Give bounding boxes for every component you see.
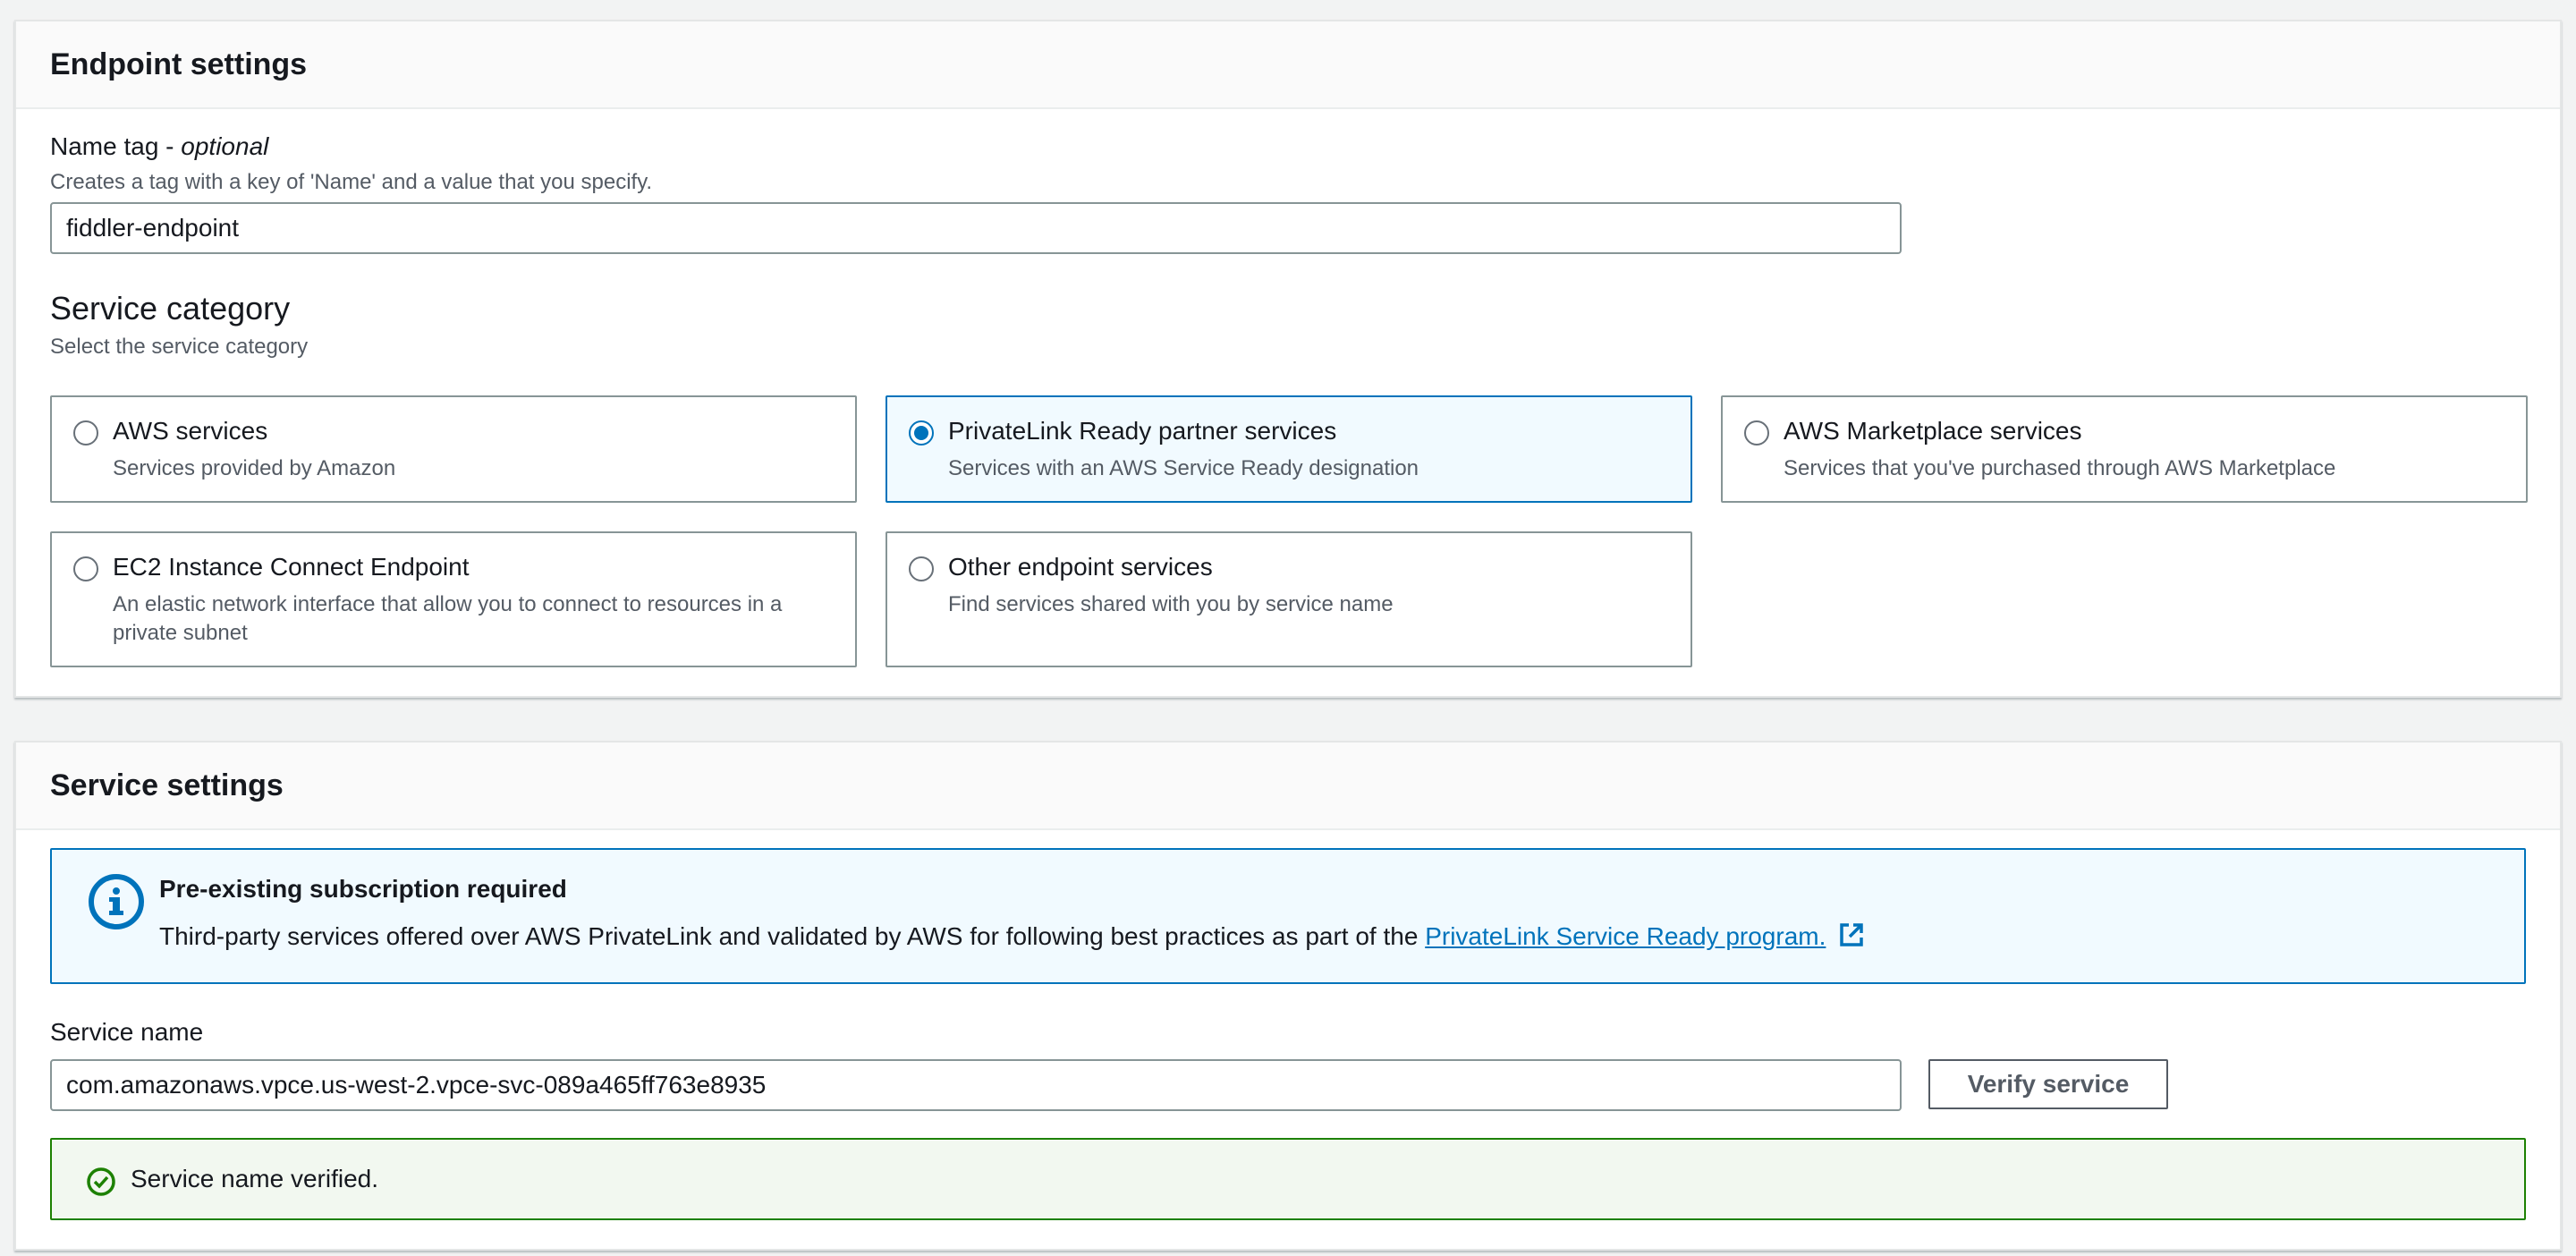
- tile-title: AWS services: [113, 417, 268, 445]
- tile-title: EC2 Instance Connect Endpoint: [113, 553, 470, 581]
- radio-aws-services[interactable]: [73, 420, 98, 446]
- radio-other-endpoint-services[interactable]: [909, 556, 934, 581]
- tile-aws-services[interactable]: AWS services Services provided by Amazon: [50, 395, 857, 503]
- success-alert: Service name verified.: [50, 1138, 2526, 1220]
- tile-title: Other endpoint services: [948, 553, 1213, 581]
- tile-aws-marketplace-services[interactable]: AWS Marketplace services Services that y…: [1721, 395, 2528, 503]
- privatelink-service-ready-link[interactable]: PrivateLink Service Ready program.: [1425, 922, 1826, 950]
- endpoint-settings-panel: Endpoint settings Name tag - optional Cr…: [14, 20, 2562, 698]
- external-link-icon[interactable]: [1838, 921, 1865, 955]
- name-tag-optional: optional: [181, 132, 269, 160]
- tile-title: AWS Marketplace services: [1784, 417, 2082, 445]
- info-alert-text: Third-party services offered over AWS Pr…: [159, 921, 1426, 950]
- radio-privatelink-ready-partner-services[interactable]: [909, 420, 934, 446]
- service-settings-header: Service settings: [16, 743, 2560, 830]
- info-alert: Pre-existing subscription required Third…: [50, 848, 2526, 984]
- tile-ec2-instance-connect-endpoint[interactable]: EC2 Instance Connect Endpoint An elastic…: [50, 531, 857, 667]
- name-tag-input[interactable]: [50, 202, 1902, 254]
- service-settings-title: Service settings: [50, 768, 284, 802]
- endpoint-settings-title: Endpoint settings: [50, 47, 308, 81]
- radio-aws-marketplace-services[interactable]: [1744, 420, 1769, 446]
- check-circle-icon: [86, 1167, 116, 1197]
- name-tag-label: Name tag - optional: [50, 132, 268, 161]
- endpoint-settings-header: Endpoint settings: [16, 21, 2560, 109]
- success-alert-text: Service name verified.: [131, 1165, 379, 1192]
- service-name-input[interactable]: [50, 1059, 1902, 1111]
- tile-description: Find services shared with you by service…: [948, 592, 1394, 616]
- info-alert-body: Third-party services offered over AWS Pr…: [159, 921, 1865, 955]
- tile-description: An elastic network interface that allow …: [113, 592, 783, 645]
- tile-privatelink-ready-partner-services[interactable]: PrivateLink Ready partner services Servi…: [886, 395, 1692, 503]
- tile-description: Services provided by Amazon: [113, 456, 396, 480]
- tile-other-endpoint-services[interactable]: Other endpoint services Find services sh…: [886, 531, 1692, 667]
- tile-title: PrivateLink Ready partner services: [948, 417, 1337, 445]
- verify-service-button[interactable]: Verify service: [1928, 1059, 2168, 1109]
- tile-description: Services with an AWS Service Ready desig…: [948, 456, 1419, 480]
- info-icon: [88, 873, 145, 930]
- radio-ec2-instance-connect-endpoint[interactable]: [73, 556, 98, 581]
- name-tag-label-text: Name tag -: [50, 132, 182, 160]
- info-alert-title: Pre-existing subscription required: [159, 875, 567, 903]
- service-name-label: Service name: [50, 1018, 204, 1046]
- tile-description: Services that you've purchased through A…: [1784, 456, 2336, 480]
- name-tag-description: Creates a tag with a key of 'Name' and a…: [50, 170, 653, 194]
- service-category-heading: Service category: [50, 290, 291, 327]
- service-category-description: Select the service category: [50, 335, 309, 359]
